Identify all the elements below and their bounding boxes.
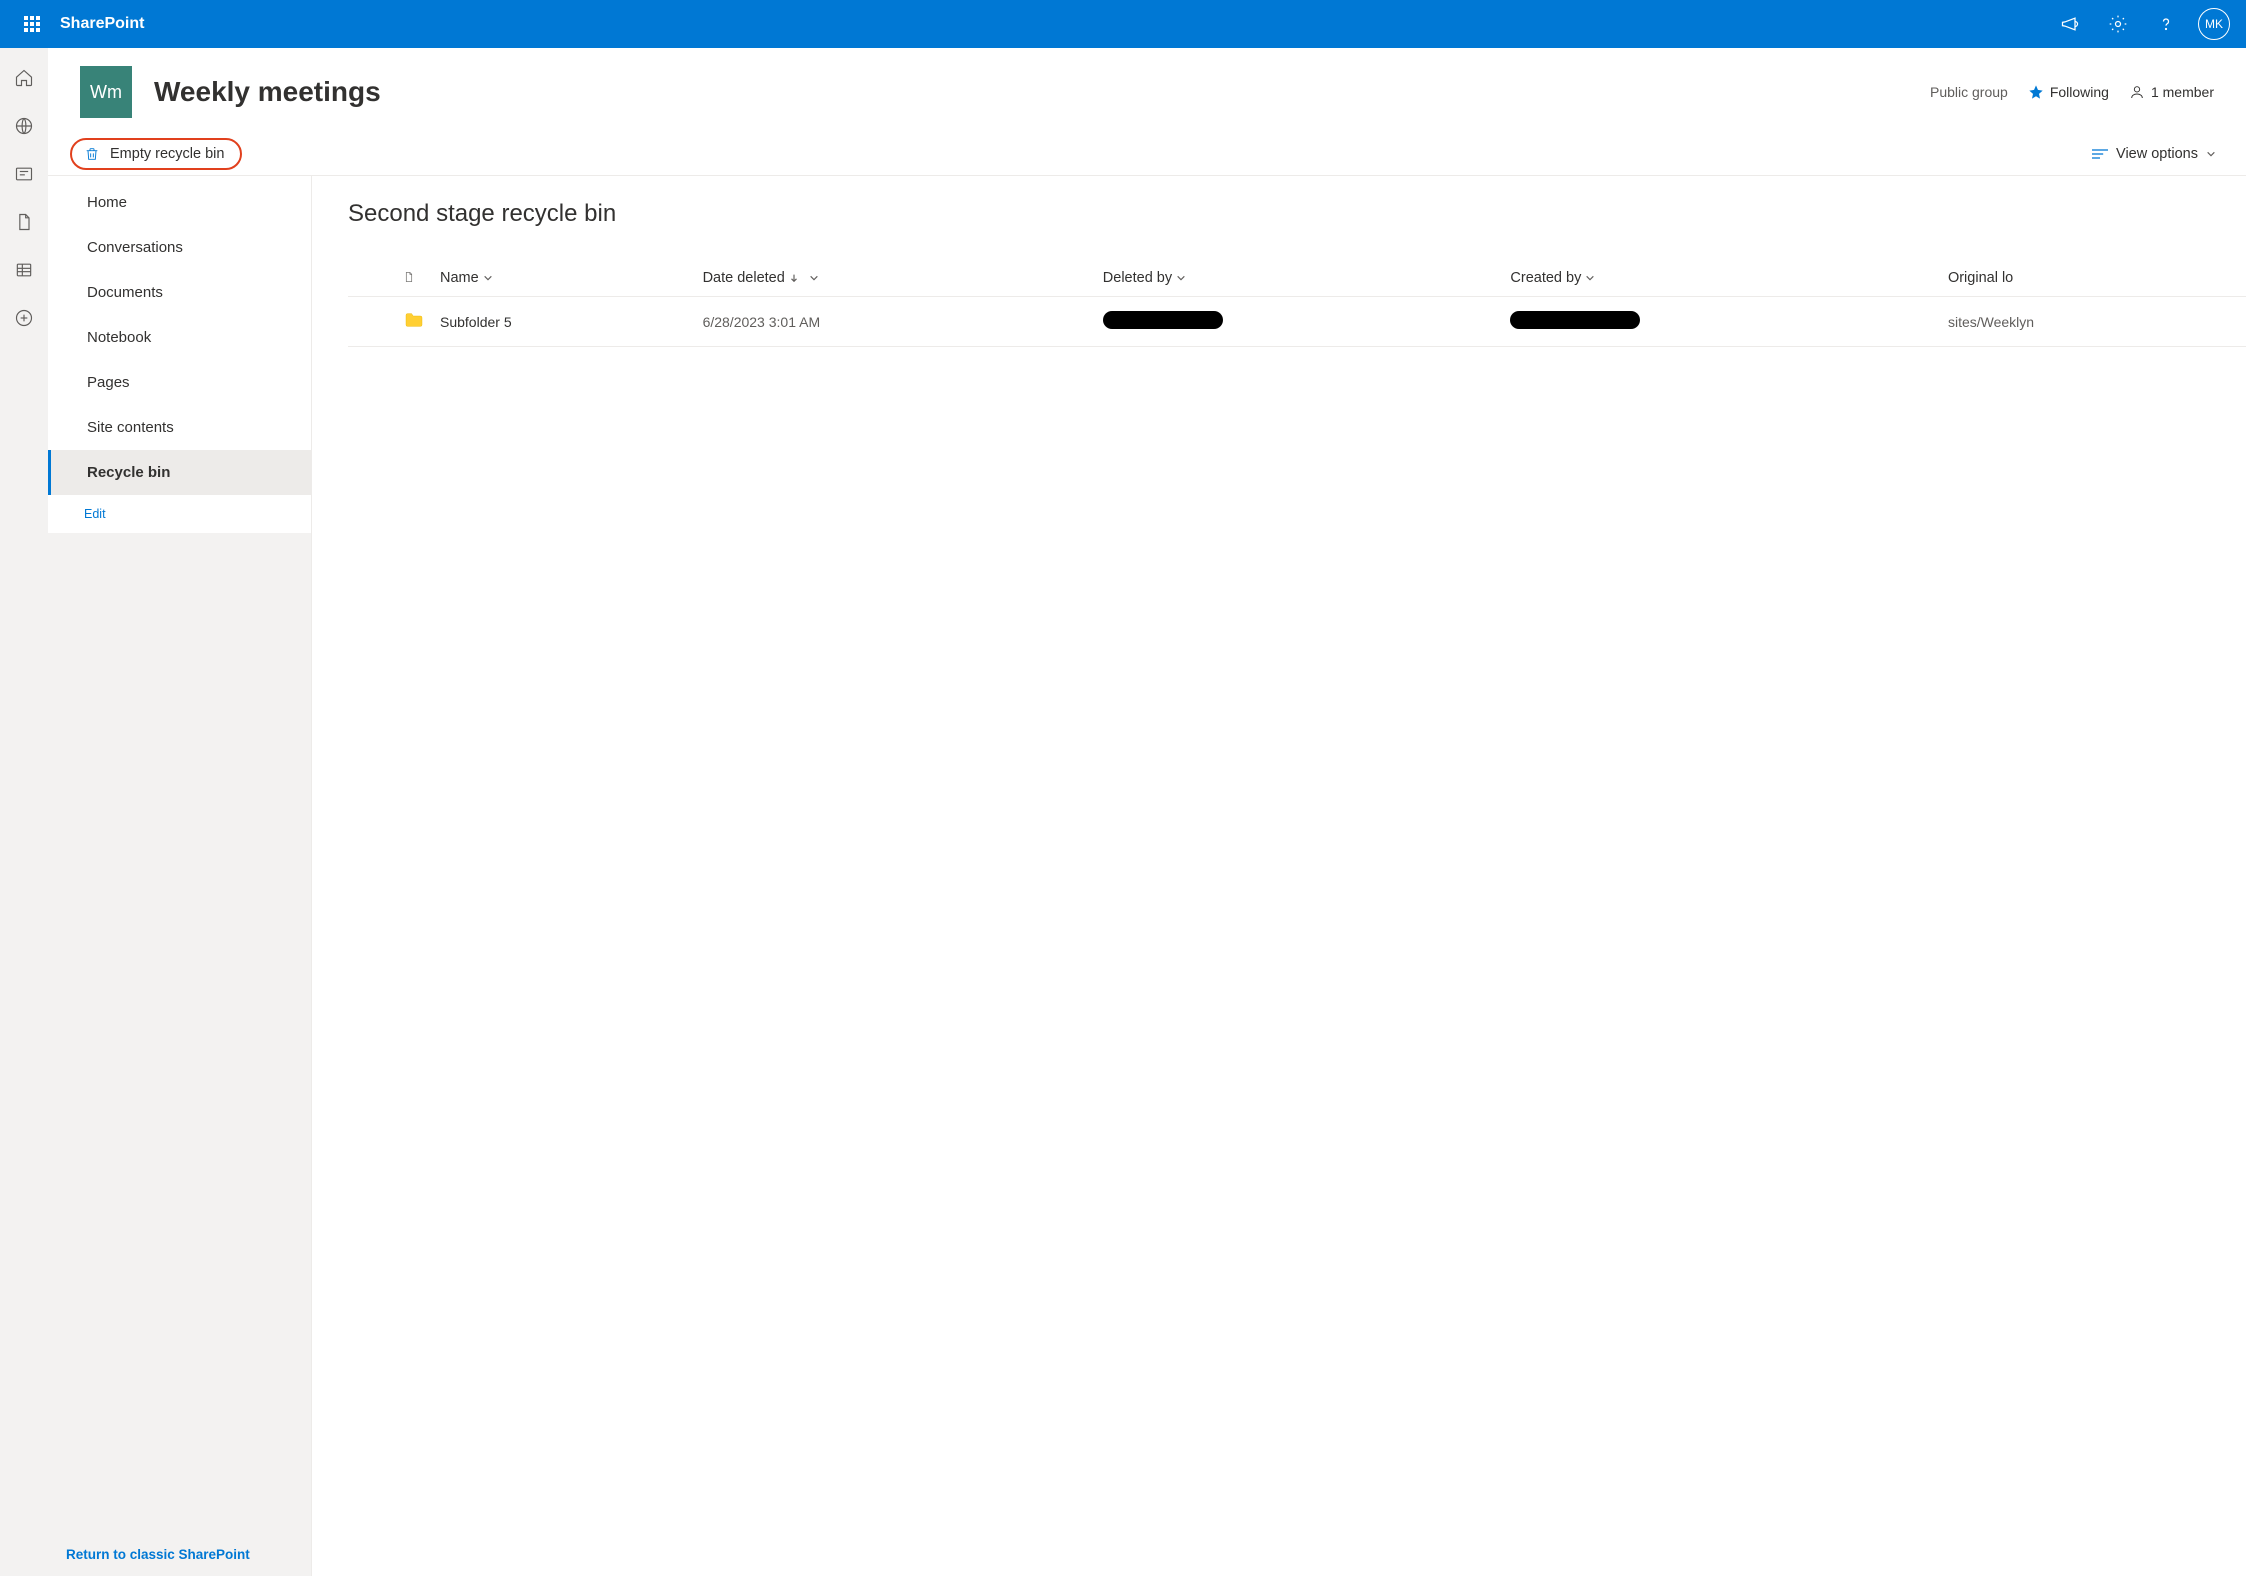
view-options-label: View options	[2116, 146, 2198, 162]
help-icon[interactable]	[2142, 0, 2190, 48]
gear-icon[interactable]	[2094, 0, 2142, 48]
main-panel: Second stage recycle bin Name	[312, 176, 2246, 1576]
column-name[interactable]: Name	[432, 260, 695, 297]
chevron-down-icon	[1585, 273, 1595, 283]
arrow-down-icon	[789, 273, 799, 283]
file-icon[interactable]	[0, 198, 48, 246]
column-date-deleted[interactable]: Date deleted	[695, 260, 1095, 297]
list-icon[interactable]	[0, 246, 48, 294]
home-icon[interactable]	[0, 54, 48, 102]
empty-recycle-bin-label: Empty recycle bin	[110, 146, 224, 162]
column-date-deleted-label: Date deleted	[703, 270, 785, 286]
view-options-button[interactable]: View options	[2092, 146, 2224, 162]
members-button[interactable]: 1 member	[2129, 84, 2214, 100]
suite-title[interactable]: SharePoint	[60, 15, 144, 33]
row-original-location: sites/Weeklyn	[1940, 297, 2246, 347]
site-header: Wm Weekly meetings Public group Followin…	[48, 48, 2246, 132]
members-label: 1 member	[2151, 84, 2214, 100]
table-row[interactable]: Subfolder 56/28/2023 3:01 AM sites/Weekly…	[348, 297, 2246, 347]
nav-edit-link[interactable]: Edit	[48, 495, 311, 533]
site-title[interactable]: Weekly meetings	[154, 76, 381, 108]
recycle-table: Name Date deleted	[348, 260, 2246, 347]
column-select[interactable]	[348, 260, 396, 297]
site-logo[interactable]: Wm	[80, 66, 132, 118]
row-select-cell[interactable]	[348, 297, 396, 347]
column-original-location[interactable]: Original lo	[1940, 260, 2246, 297]
column-original-location-label: Original lo	[1948, 270, 2013, 286]
avatar-initials: MK	[2205, 17, 2223, 31]
create-icon[interactable]	[0, 294, 48, 342]
news-icon[interactable]	[0, 150, 48, 198]
chevron-down-icon	[1176, 273, 1186, 283]
nav-item-home[interactable]: Home	[48, 180, 311, 225]
follow-button[interactable]: Following	[2028, 84, 2109, 100]
megaphone-icon[interactable]	[2046, 0, 2094, 48]
follow-label: Following	[2050, 84, 2109, 100]
globe-icon[interactable]	[0, 102, 48, 150]
person-icon	[2129, 84, 2145, 100]
chevron-down-icon	[483, 273, 493, 283]
return-classic-link[interactable]: Return to classic SharePoint	[48, 1533, 311, 1576]
site-visibility-label: Public group	[1930, 84, 2008, 100]
command-bar: Empty recycle bin View options	[48, 132, 2246, 176]
row-created-by	[1502, 297, 1940, 347]
panel-title: Second stage recycle bin	[348, 200, 2246, 228]
nav-item-pages[interactable]: Pages	[48, 360, 311, 405]
column-name-label: Name	[440, 270, 479, 286]
column-deleted-by-label: Deleted by	[1103, 270, 1172, 286]
chevron-down-icon	[809, 273, 819, 283]
empty-recycle-bin-button[interactable]: Empty recycle bin	[70, 138, 242, 170]
nav-item-notebook[interactable]: Notebook	[48, 315, 311, 360]
row-name[interactable]: Subfolder 5	[432, 297, 695, 347]
app-launcher-icon[interactable]	[8, 0, 56, 48]
trash-icon	[84, 146, 100, 162]
row-type-icon	[396, 297, 432, 347]
suite-header: SharePoint MK	[0, 0, 2246, 48]
nav-item-documents[interactable]: Documents	[48, 270, 311, 315]
view-options-icon	[2092, 148, 2108, 160]
row-deleted-by	[1095, 297, 1503, 347]
column-created-by-label: Created by	[1510, 270, 1581, 286]
chevron-down-icon	[2206, 149, 2216, 159]
column-type-icon[interactable]	[396, 260, 432, 297]
nav-item-recycle-bin[interactable]: Recycle bin	[48, 450, 311, 495]
site-logo-text: Wm	[90, 82, 122, 103]
column-created-by[interactable]: Created by	[1502, 260, 1940, 297]
row-date-deleted: 6/28/2023 3:01 AM	[695, 297, 1095, 347]
star-icon	[2028, 84, 2044, 100]
nav-item-conversations[interactable]: Conversations	[48, 225, 311, 270]
column-deleted-by[interactable]: Deleted by	[1095, 260, 1503, 297]
site-nav: HomeConversationsDocumentsNotebookPagesS…	[48, 176, 312, 1576]
app-bar	[0, 48, 48, 1576]
avatar[interactable]: MK	[2198, 8, 2230, 40]
nav-item-site-contents[interactable]: Site contents	[48, 405, 311, 450]
